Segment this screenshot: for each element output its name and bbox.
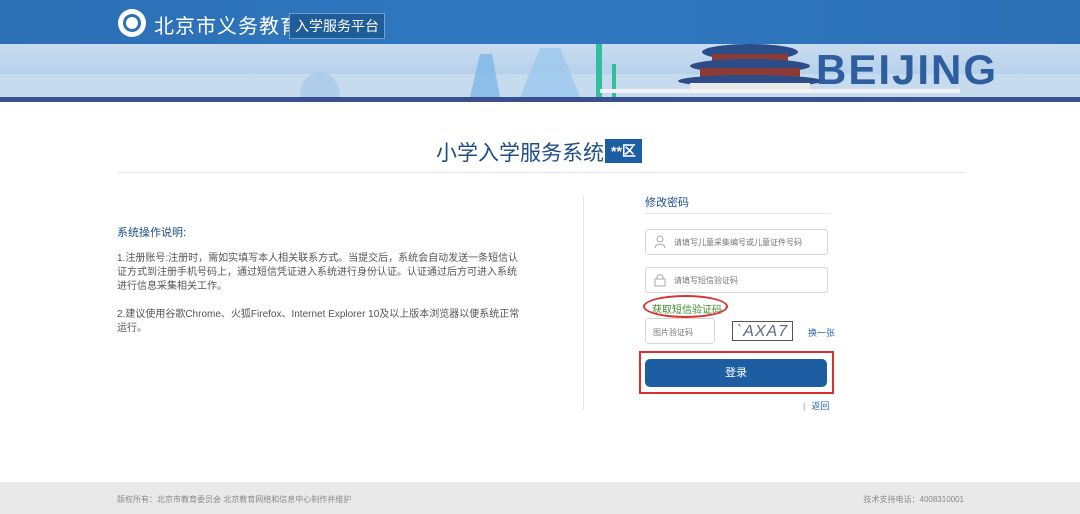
user-icon [654,235,666,249]
district-badge: **区 [605,139,642,163]
form-heading: 修改密码 [645,197,689,209]
banner-beijing-word: BEIJING [816,46,999,93]
captcha-input[interactable]: 图片验证码 [645,318,715,344]
site-title: 北京市义务教育 [154,16,301,38]
header-bottom-stripe [0,97,1080,102]
page-title: 小学入学服务系统 [436,142,604,165]
instruction-item-browser: 2.建议使用谷歌Chrome、火狐Firefox、Internet Explor… [117,309,520,334]
captcha-image[interactable]: `AXA7 [732,321,793,341]
footer-support-phone: 技术支持电话：4008310001 [863,495,965,504]
child-id-placeholder: 请填写儿童采集编号或儿童证件号码 [674,238,802,247]
sms-code-input[interactable]: 请填写短信验证码 [645,267,828,293]
sms-link-highlight-oval [643,295,728,318]
lock-icon [654,274,666,287]
separator-bar: | [803,401,806,411]
refresh-captcha-link[interactable]: 换一张 [808,326,835,339]
captcha-placeholder: 图片验证码 [653,328,693,337]
logo-icon [118,9,146,37]
back-link-wrap: | 返回 [803,399,829,412]
instruction-item-register: 1.注册账号:注册时，需如实填写本人相关联系方式。当提交后，系统会自动发送一条短… [117,253,519,292]
platform-tag: 入学服务平台 [289,13,385,39]
vertical-divider [583,196,584,410]
instructions-heading: 系统操作说明: [117,227,187,239]
footer: 版权所有：北京市教育委员会 北京教育网络和信息中心制作并维护 技术支持电话：40… [0,482,1080,514]
footer-copyright: 版权所有：北京市教育委员会 北京教育网络和信息中心制作并维护 [117,495,352,504]
form-heading-divider [645,213,830,214]
sms-code-placeholder: 请填写短信验证码 [674,276,738,285]
child-id-input[interactable]: 请填写儿童采集编号或儿童证件号码 [645,229,828,255]
title-divider [117,172,964,173]
login-button[interactable]: 登录 [645,359,827,387]
header-banner: 北京市义务教育 入学服务平台 BEIJING [0,0,1080,102]
back-link[interactable]: 返回 [811,401,829,411]
